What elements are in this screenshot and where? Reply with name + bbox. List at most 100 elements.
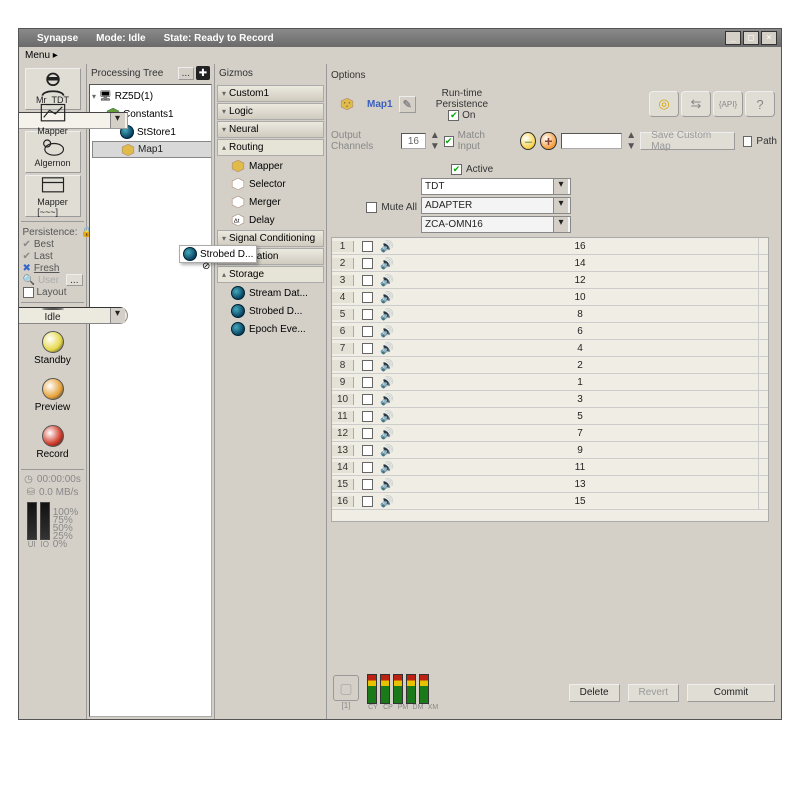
tree-body[interactable]: ▾🖥 RZ5D(1) Constants1 StStore1 Map1 xyxy=(89,84,212,717)
commit-button[interactable]: Commit xyxy=(687,684,775,702)
speaker-icon[interactable]: 🔊 xyxy=(380,461,402,474)
help-icon[interactable]: ? xyxy=(745,91,775,117)
connect-icon[interactable]: ⇆ xyxy=(681,91,711,117)
channel-mute-check[interactable] xyxy=(362,343,373,354)
rail-mapper-wave[interactable]: Mapper [~~~] xyxy=(25,175,81,217)
giz-selector[interactable]: Selector xyxy=(217,175,324,193)
giz-cat-logic[interactable]: ▾Logic xyxy=(217,103,324,120)
giz-mapper[interactable]: Mapper xyxy=(217,157,324,175)
channel-index[interactable]: 13 xyxy=(332,445,354,456)
channel-index[interactable]: 5 xyxy=(332,309,354,320)
maximize-button[interactable]: □ xyxy=(743,31,759,45)
giz-cat-routing[interactable]: ▴Routing xyxy=(217,139,324,156)
mute-all-check[interactable] xyxy=(366,202,377,213)
channel-mute-check[interactable] xyxy=(362,428,373,439)
speaker-icon[interactable]: 🔊 xyxy=(380,427,402,440)
speaker-icon[interactable]: 🔊 xyxy=(380,495,402,508)
save-custom-map-button[interactable]: Save Custom Map xyxy=(640,132,734,150)
speaker-icon[interactable]: 🔊 xyxy=(380,359,402,372)
edit-icon[interactable]: ✎ xyxy=(399,96,416,113)
giz-cat-storage[interactable]: ▴Storage xyxy=(217,266,324,283)
more-button[interactable]: ... xyxy=(178,67,194,80)
menu-dropdown[interactable]: Menu ▸ xyxy=(25,50,58,61)
delete-button[interactable]: Delete xyxy=(569,684,620,702)
speaker-icon[interactable]: 🔊 xyxy=(380,376,402,389)
channel-mute-check[interactable] xyxy=(362,411,373,422)
runtime-on-check[interactable]: ✔ xyxy=(448,110,459,121)
add-button[interactable]: + xyxy=(540,132,556,150)
minimize-button[interactable]: _ xyxy=(725,31,741,45)
channel-index[interactable]: 10 xyxy=(332,394,354,405)
giz-stream[interactable]: Stream Dat... xyxy=(217,284,324,302)
remove-button[interactable]: – xyxy=(520,132,536,150)
tree-map1[interactable]: Map1 xyxy=(92,141,212,158)
rail-algernon[interactable]: Algernon xyxy=(25,131,81,173)
channel-index[interactable]: 3 xyxy=(332,275,354,286)
state-idle[interactable]: Idle xyxy=(19,307,128,324)
persist-user[interactable]: 🔍User ... xyxy=(23,274,83,286)
channel-mute-check[interactable] xyxy=(362,360,373,371)
speaker-icon[interactable]: 🔊 xyxy=(380,257,402,270)
channel-mute-check[interactable] xyxy=(362,394,373,405)
channel-index[interactable]: 2 xyxy=(332,258,354,269)
channel-mute-check[interactable] xyxy=(362,462,373,473)
channel-index[interactable]: 14 xyxy=(332,462,354,473)
channel-index[interactable]: 12 xyxy=(332,428,354,439)
giz-cat-neural[interactable]: ▾Neural xyxy=(217,121,324,138)
model-select[interactable]: ZCA-OMN16 xyxy=(421,216,571,233)
channel-mute-check[interactable] xyxy=(362,292,373,303)
channel-mute-check[interactable] xyxy=(362,496,373,507)
rail-mapper[interactable]: Mapper xyxy=(19,112,128,129)
map-name-field[interactable] xyxy=(561,133,623,149)
channel-mute-check[interactable] xyxy=(362,326,373,337)
channel-mute-check[interactable] xyxy=(362,258,373,269)
speaker-icon[interactable]: 🔊 xyxy=(380,393,402,406)
giz-epoch[interactable]: Epoch Eve... xyxy=(217,320,324,338)
puzzle-icon[interactable]: ✚ xyxy=(196,66,210,80)
channel-index[interactable]: 15 xyxy=(332,479,354,490)
cube-icon[interactable]: ◎ xyxy=(649,91,679,117)
persist-layout[interactable]: Layout xyxy=(23,286,83,298)
speaker-icon[interactable]: 🔊 xyxy=(380,444,402,457)
channel-mute-check[interactable] xyxy=(362,445,373,456)
giz-merger[interactable]: Merger xyxy=(217,193,324,211)
close-button[interactable]: × xyxy=(761,31,777,45)
giz-cat-custom[interactable]: ▾Custom1 xyxy=(217,85,324,102)
drag-ghost-strobed[interactable]: Strobed D... xyxy=(179,245,257,263)
persist-last[interactable]: ✔Last xyxy=(23,250,83,262)
api-icon[interactable]: {API} xyxy=(713,91,743,117)
speaker-icon[interactable]: 🔊 xyxy=(380,478,402,491)
giz-strobed[interactable]: Strobed D... xyxy=(217,302,324,320)
speaker-icon[interactable]: 🔊 xyxy=(380,325,402,338)
path-check[interactable] xyxy=(743,136,753,147)
vendor-select[interactable]: TDT xyxy=(421,178,571,195)
channel-mute-check[interactable] xyxy=(362,275,373,286)
channel-mute-check[interactable] xyxy=(362,377,373,388)
tree-root[interactable]: ▾🖥 RZ5D(1) xyxy=(92,87,209,105)
state-preview[interactable]: Preview xyxy=(25,373,81,418)
channel-index[interactable]: 1 xyxy=(332,241,354,252)
channel-index[interactable]: 6 xyxy=(332,326,354,337)
state-record[interactable]: Record xyxy=(25,420,81,465)
speaker-icon[interactable]: 🔊 xyxy=(380,274,402,287)
channel-mute-check[interactable] xyxy=(362,309,373,320)
persist-more-button[interactable]: ... xyxy=(66,274,82,286)
type-select[interactable]: ADAPTER xyxy=(421,197,571,214)
active-check[interactable]: ✔ xyxy=(451,164,462,175)
revert-button[interactable]: Revert xyxy=(628,684,679,702)
channel-index[interactable]: 7 xyxy=(332,343,354,354)
channel-index[interactable]: 9 xyxy=(332,377,354,388)
channel-index[interactable]: 8 xyxy=(332,360,354,371)
speaker-icon[interactable]: 🔊 xyxy=(380,308,402,321)
persist-fresh[interactable]: ✖Fresh xyxy=(23,262,83,274)
state-standby[interactable]: Standby xyxy=(25,326,81,371)
channel-index[interactable]: 16 xyxy=(332,496,354,507)
speaker-icon[interactable]: 🔊 xyxy=(380,342,402,355)
speaker-icon[interactable]: 🔊 xyxy=(380,240,402,253)
channel-index[interactable]: 4 xyxy=(332,292,354,303)
speaker-icon[interactable]: 🔊 xyxy=(380,410,402,423)
speaker-icon[interactable]: 🔊 xyxy=(380,291,402,304)
match-input-check[interactable]: ✔ xyxy=(444,136,454,147)
giz-delay[interactable]: ΔtDelay xyxy=(217,211,324,229)
persist-best[interactable]: ✔Best xyxy=(23,238,83,250)
